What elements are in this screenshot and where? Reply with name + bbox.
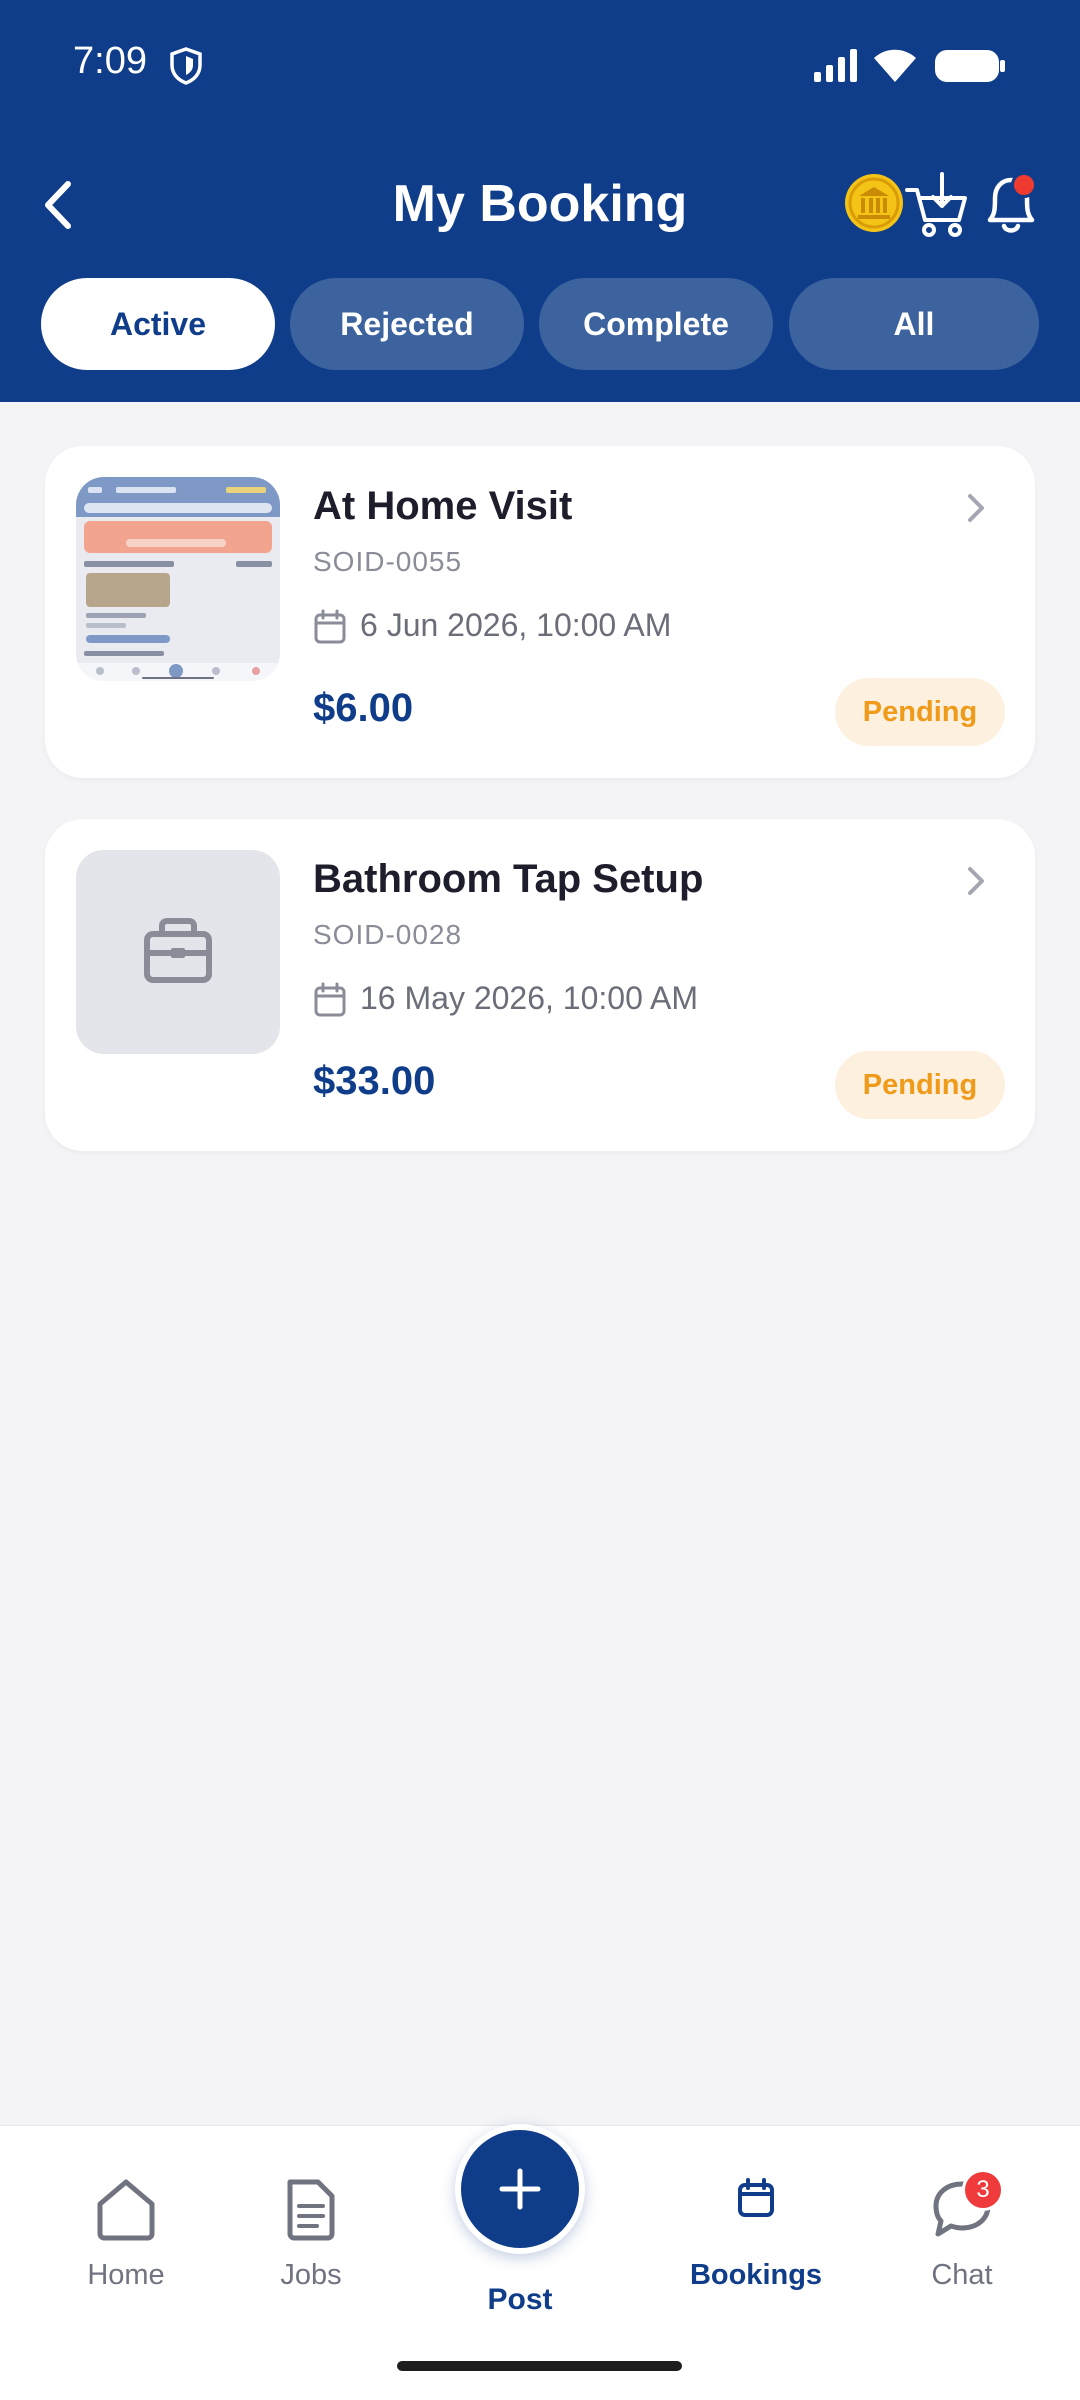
app-header: 7:09 My Booking Active Rejected Complete… <box>0 0 1080 402</box>
booking-price: $6.00 <box>313 686 414 730</box>
battery-icon <box>935 50 1005 82</box>
calendar-icon <box>738 2178 774 2217</box>
nav-home[interactable]: Home <box>66 2126 186 2326</box>
booking-date: 16 May 2026, 10:00 AM <box>360 980 698 1016</box>
post-button[interactable] <box>455 2124 585 2254</box>
cart-download-icon[interactable] <box>903 168 971 240</box>
chevron-right-icon <box>968 494 984 522</box>
status-badge: Pending <box>835 1051 1005 1119</box>
document-icon <box>287 2179 335 2241</box>
booking-card[interactable]: At Home Visit SOID-0055 6 Jun 2026, 10:0… <box>45 446 1035 778</box>
nav-label: Post <box>487 2283 553 2316</box>
status-bar: 7:09 <box>0 0 1080 130</box>
bottom-navigation: Home Jobs Post Bookings 3 Chat <box>0 2124 1080 2400</box>
booking-tabs: Active Rejected Complete All <box>40 278 1040 372</box>
tab-all[interactable]: All <box>789 278 1039 370</box>
plus-icon <box>499 2168 541 2210</box>
nav-chat[interactable]: 3 Chat <box>902 2126 1022 2326</box>
booking-id: SOID-0055 <box>313 546 463 577</box>
status-badge: Pending <box>835 678 1005 746</box>
tab-complete[interactable]: Complete <box>539 278 773 370</box>
booking-price: $33.00 <box>313 1059 436 1103</box>
nav-label: Home <box>87 2259 165 2291</box>
toolbox-icon <box>76 850 280 1054</box>
unread-count-badge: 3 <box>962 2169 1004 2211</box>
nav-label: Jobs <box>280 2259 342 2291</box>
shield-icon <box>170 47 202 85</box>
thumbnail-placeholder <box>76 850 280 1054</box>
app-screenshot-image <box>76 477 280 681</box>
nav-bookings[interactable]: Bookings <box>676 2126 836 2326</box>
status-time: 7:09 <box>73 40 147 82</box>
tab-active[interactable]: Active <box>41 278 275 370</box>
wifi-icon <box>874 49 916 82</box>
home-indicator <box>397 2361 682 2371</box>
notification-dot <box>1011 172 1037 198</box>
bank-coin-icon[interactable] <box>843 172 905 234</box>
tab-rejected[interactable]: Rejected <box>290 278 524 370</box>
booking-title: At Home Visit <box>313 484 573 528</box>
chevron-right-icon <box>968 867 984 895</box>
booking-date: 6 Jun 2026, 10:00 AM <box>360 607 672 643</box>
calendar-icon <box>314 609 346 644</box>
nav-label: Bookings <box>689 2259 823 2291</box>
booking-title: Bathroom Tap Setup <box>313 857 704 901</box>
home-icon <box>97 2179 155 2241</box>
nav-label: Chat <box>931 2259 993 2291</box>
cell-signal-icon <box>814 49 857 82</box>
calendar-icon <box>314 982 346 1017</box>
booking-card[interactable]: Bathroom Tap Setup SOID-0028 16 May 2026… <box>45 819 1035 1151</box>
nav-post[interactable]: Post <box>440 2124 600 2336</box>
nav-jobs[interactable]: Jobs <box>251 2126 371 2326</box>
booking-id: SOID-0028 <box>313 919 463 950</box>
